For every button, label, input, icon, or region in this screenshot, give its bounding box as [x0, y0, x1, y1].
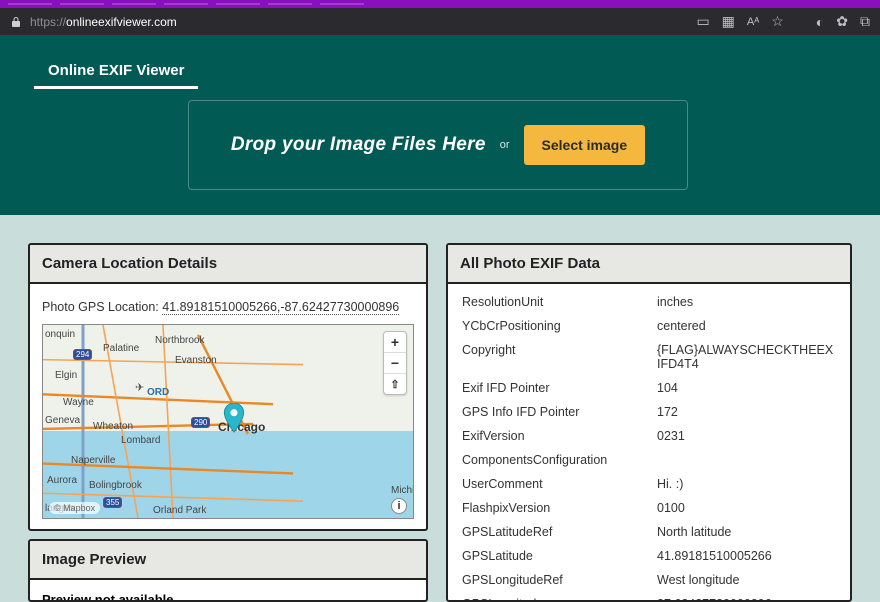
- exif-val: centered: [657, 319, 836, 333]
- exif-key: GPS Info IFD Pointer: [462, 405, 657, 419]
- map-attribution: © Mapbox: [49, 502, 100, 514]
- zoom-out-button[interactable]: −: [384, 352, 406, 373]
- exif-key: ResolutionUnit: [462, 295, 657, 309]
- exif-val: 0231: [657, 429, 836, 443]
- exif-val: North latitude: [657, 525, 836, 539]
- camera-location-card: Camera Location Details Photo GPS Locati…: [28, 243, 428, 531]
- exif-row: FlashpixVersion0100: [448, 496, 850, 520]
- select-image-button[interactable]: Select image: [524, 125, 646, 165]
- exif-key: ComponentsConfiguration: [462, 453, 657, 467]
- map-label-palatine: Palatine: [103, 343, 139, 354]
- exif-data-heading: All Photo EXIF Data: [448, 245, 850, 284]
- shield-294-icon: 294: [73, 349, 92, 360]
- shield-355-icon: 355: [103, 497, 122, 508]
- url-display[interactable]: https://onlineexifviewer.com: [30, 15, 177, 29]
- map-label-lombard: Lombard: [121, 435, 160, 446]
- drop-text: Drop your Image Files Here: [231, 134, 486, 156]
- gps-coordinates-link[interactable]: 41.89181510005266,-87.62427730000896: [162, 300, 399, 315]
- exif-key: FlashpixVersion: [462, 501, 657, 515]
- gps-label: Photo GPS Location:: [42, 300, 162, 314]
- exif-key: GPSLatitude: [462, 549, 657, 563]
- screen-icon[interactable]: ▭: [696, 13, 709, 30]
- map-label-northbrook: Northbrook: [155, 335, 204, 346]
- exif-val: 104: [657, 381, 836, 395]
- map-label-aurora: Aurora: [47, 475, 77, 486]
- image-preview-card: Image Preview Preview not available: [28, 539, 428, 602]
- url-host: onlineexifviewer.com: [66, 15, 177, 29]
- map-label-onquin: onquin: [45, 329, 75, 340]
- exif-key: GPSLatitudeRef: [462, 525, 657, 539]
- exif-row: ResolutionUnitinches: [448, 290, 850, 314]
- image-preview-heading: Image Preview: [30, 541, 426, 580]
- map-label-bolingbrook: Bolingbrook: [89, 480, 142, 491]
- exif-row: GPSLatitude41.89181510005266: [448, 544, 850, 568]
- shield-290-icon: 290: [191, 417, 210, 428]
- exif-row: GPS Info IFD Pointer172: [448, 400, 850, 424]
- exif-row: Exif IFD Pointer104: [448, 376, 850, 400]
- or-label: or: [500, 139, 510, 151]
- exif-key: GPSLongitude: [462, 597, 657, 602]
- exif-val: 87.62427730000896: [657, 597, 836, 602]
- text-size-icon[interactable]: Aᴬ: [747, 16, 759, 28]
- camera-location-heading: Camera Location Details: [30, 245, 426, 284]
- gps-line: Photo GPS Location: 41.89181510005266,-8…: [42, 300, 414, 314]
- lock-icon: [10, 16, 22, 28]
- map-label-geneva: Geneva: [45, 415, 80, 426]
- exif-data-card: All Photo EXIF Data ResolutionUnitinches…: [446, 243, 852, 602]
- collections-icon[interactable]: ⧉: [860, 13, 870, 30]
- exif-val: 172: [657, 405, 836, 419]
- map-frame[interactable]: Chicago Evanston Elgin Naperville Aurora…: [42, 324, 414, 519]
- exif-val: inches: [657, 295, 836, 309]
- extension-icon[interactable]: ✿: [836, 13, 848, 30]
- map-label-michi: Michi: [391, 485, 414, 496]
- exif-key: ExifVersion: [462, 429, 657, 443]
- exif-val: Hi. :): [657, 477, 836, 491]
- zoom-in-button[interactable]: +: [384, 332, 406, 352]
- exif-row: ExifVersion0231: [448, 424, 850, 448]
- exif-row: GPSLatitudeRefNorth latitude: [448, 520, 850, 544]
- exif-row: Copyright{FLAG}ALWAYSCHECKTHEEXIFD4T4: [448, 338, 850, 376]
- map-label-naperville: Naperville: [71, 455, 115, 466]
- browser-tab-strip: [0, 0, 880, 8]
- address-bar: https://onlineexifviewer.com ▭ ▦ Aᴬ ☆ ◐ …: [0, 8, 880, 35]
- reset-bearing-button[interactable]: ⇧: [384, 373, 406, 394]
- exif-row: ComponentsConfiguration: [448, 448, 850, 472]
- drop-zone[interactable]: Drop your Image Files Here or Select ima…: [188, 100, 688, 190]
- exif-key: Exif IFD Pointer: [462, 381, 657, 395]
- map-label-evanston: Evanston: [175, 355, 217, 366]
- exif-row: UserCommentHi. :): [448, 472, 850, 496]
- map-marker-icon: [223, 403, 245, 436]
- map-label-wheaton: Wheaton: [93, 421, 133, 432]
- exif-val: [657, 453, 836, 467]
- page-title: Online EXIF Viewer: [34, 55, 198, 89]
- map-label-elgin: Elgin: [55, 370, 77, 381]
- map-zoom-controls: + − ⇧: [383, 331, 407, 395]
- map-label-ord: ORD: [147, 387, 169, 398]
- exif-row: YCbCrPositioningcentered: [448, 314, 850, 338]
- exif-val: 0100: [657, 501, 836, 515]
- exif-row: GPSLongitudeRefWest longitude: [448, 568, 850, 592]
- content-area: Camera Location Details Photo GPS Locati…: [0, 215, 880, 602]
- map-info-button[interactable]: i: [391, 498, 407, 514]
- exif-val: {FLAG}ALWAYSCHECKTHEEXIFD4T4: [657, 343, 836, 371]
- exif-key: Copyright: [462, 343, 657, 371]
- exif-list: ResolutionUnitinches YCbCrPositioningcen…: [448, 284, 850, 602]
- exif-val: West longitude: [657, 573, 836, 587]
- shield-icon[interactable]: ◐: [816, 14, 824, 30]
- airplane-icon: ✈: [135, 381, 144, 394]
- exif-val: 41.89181510005266: [657, 549, 836, 563]
- preview-unavailable-text: Preview not available: [30, 580, 426, 602]
- url-protocol: https://: [30, 15, 66, 29]
- qr-icon[interactable]: ▦: [722, 13, 735, 30]
- exif-row: GPSLongitude87.62427730000896: [448, 592, 850, 602]
- hero-section: Online EXIF Viewer Drop your Image Files…: [0, 35, 880, 215]
- exif-key: GPSLongitudeRef: [462, 573, 657, 587]
- favorite-icon[interactable]: ☆: [771, 13, 784, 30]
- exif-key: UserComment: [462, 477, 657, 491]
- exif-key: YCbCrPositioning: [462, 319, 657, 333]
- map-label-wayne: Wayne: [63, 397, 94, 408]
- toolbar-actions: ▭ ▦ Aᴬ ☆ ◐ ✿ ⧉: [696, 13, 870, 30]
- map-label-orland: Orland Park: [153, 505, 206, 516]
